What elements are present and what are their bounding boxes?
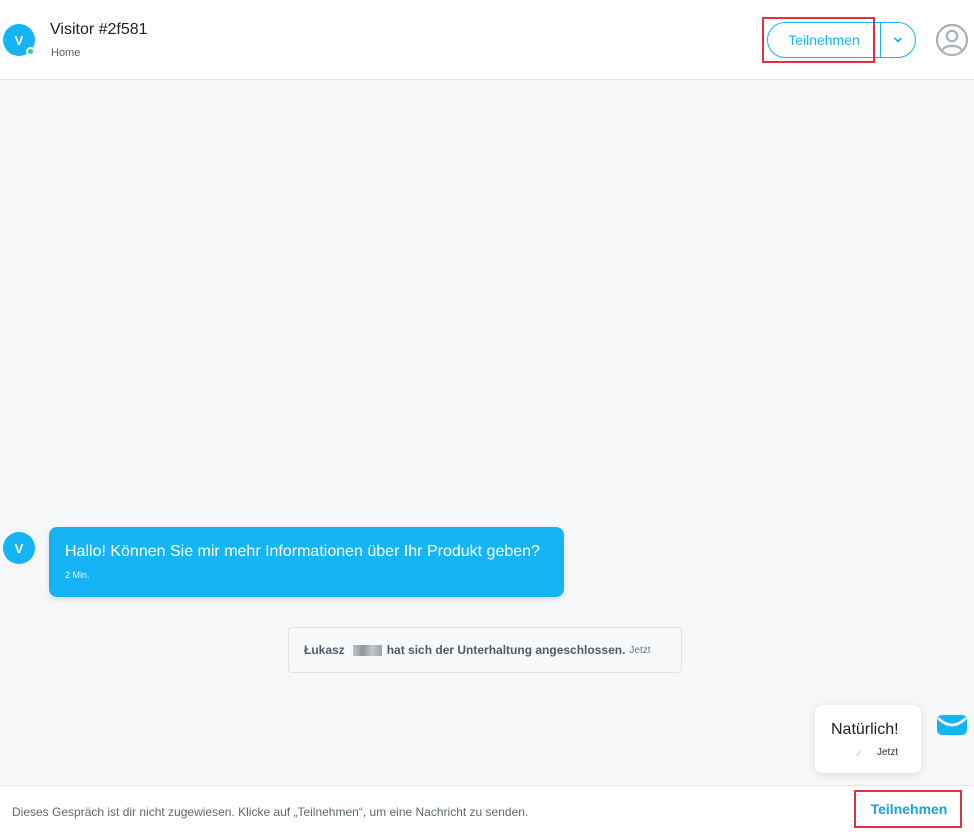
check-icon: ✓ [855, 749, 864, 760]
system-message: Łukasz hat sich der Unterhaltung angesch… [288, 627, 682, 673]
avatar-initial: V [14, 32, 24, 48]
mail-icon[interactable] [936, 714, 968, 736]
online-status-dot [26, 47, 35, 56]
message-time: Jetzt [877, 747, 899, 758]
avatar-initial: V [14, 540, 24, 556]
visitor-name: Visitor #2f581 [50, 21, 148, 38]
message-text: Natürlich! [831, 721, 899, 738]
incoming-message: Hallo! Können Sie mir mehr Informationen… [49, 527, 564, 597]
composer-footer: Dieses Gespräch ist dir nicht zugewiesen… [0, 785, 974, 835]
redacted-surname [352, 644, 382, 656]
join-button[interactable]: Teilnehmen [768, 23, 881, 57]
outgoing-message: Natürlich! ✓ Jetzt [815, 705, 921, 773]
message-time: 2 Min. [65, 570, 90, 580]
join-options-dropdown[interactable] [881, 23, 915, 57]
agent-name: Łukasz [304, 643, 345, 657]
user-icon[interactable] [935, 23, 969, 57]
footer-join-button[interactable]: Teilnehmen [856, 791, 962, 827]
chevron-down-icon [894, 37, 902, 43]
visitor-current-page: Home [51, 47, 81, 59]
unassigned-notice: Dieses Gespräch ist dir nicht zugewiesen… [12, 805, 529, 819]
system-message-time: Jetzt [629, 644, 651, 656]
system-message-text: hat sich der Unterhaltung angeschlossen. [386, 643, 626, 657]
message-text: Hallo! Können Sie mir mehr Informationen… [65, 543, 540, 560]
conversation-header: V Visitor #2f581 Home Teilnehmen [0, 0, 974, 80]
join-button-group: Teilnehmen [767, 22, 916, 58]
message-avatar: V [3, 532, 35, 564]
